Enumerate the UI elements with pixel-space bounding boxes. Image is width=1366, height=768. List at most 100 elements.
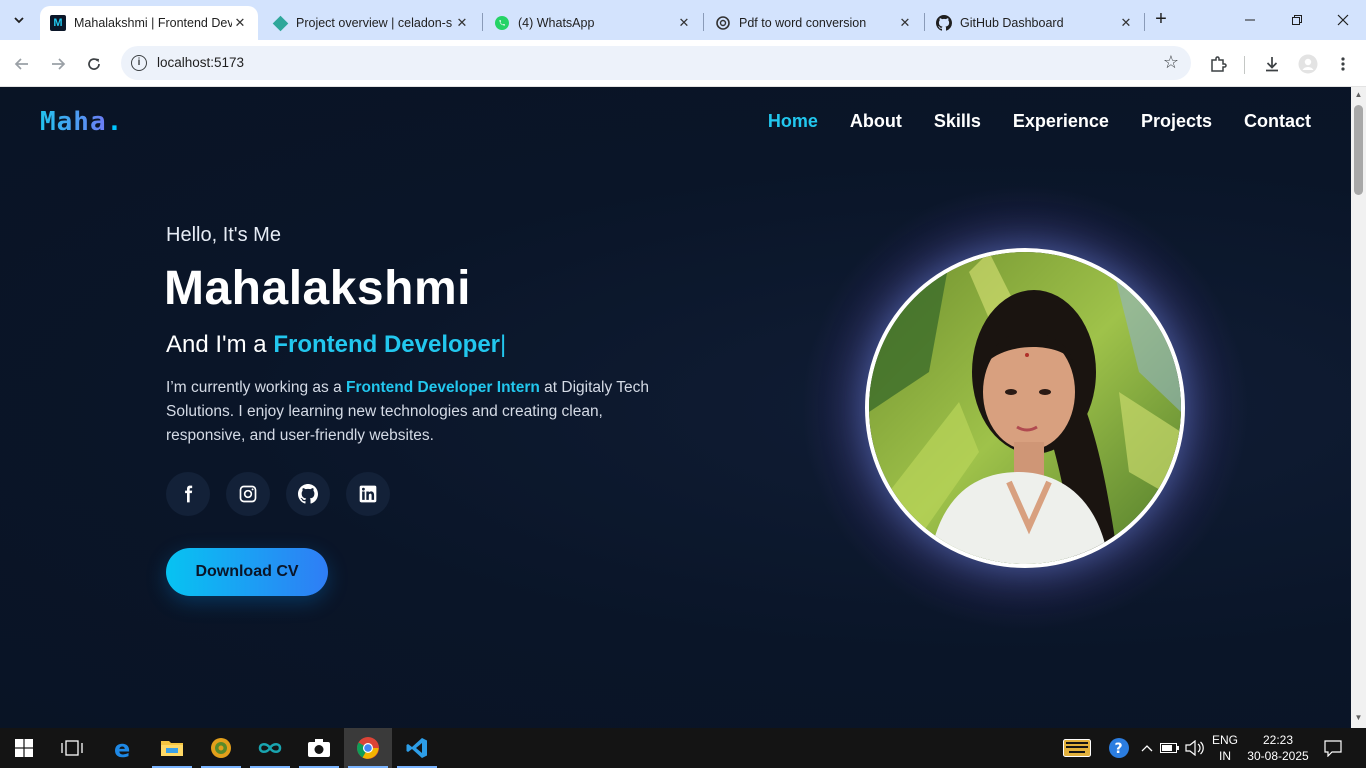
github-icon bbox=[936, 15, 952, 31]
minimize-icon bbox=[1245, 19, 1255, 21]
toolbar-separator bbox=[1244, 56, 1245, 74]
diamond-icon bbox=[272, 15, 288, 31]
battery-icon bbox=[1160, 743, 1179, 753]
tab-title: (4) WhatsApp bbox=[518, 16, 595, 30]
arrow-left-icon bbox=[14, 58, 28, 70]
tab-whatsapp[interactable]: (4) WhatsApp ✕ bbox=[484, 6, 702, 40]
taskbar-chrome[interactable] bbox=[344, 728, 392, 768]
facebook-link[interactable] bbox=[166, 472, 210, 516]
clock-time: 22:23 bbox=[1262, 733, 1294, 747]
input-language[interactable]: ENG IN bbox=[1208, 732, 1242, 764]
instagram-icon bbox=[239, 485, 257, 503]
tab-search-button[interactable] bbox=[6, 7, 32, 33]
instagram-link[interactable] bbox=[226, 472, 270, 516]
chevron-down-icon bbox=[14, 17, 24, 24]
close-icon[interactable]: ✕ bbox=[454, 15, 470, 31]
action-center-button[interactable] bbox=[1318, 728, 1348, 768]
nav-projects[interactable]: Projects bbox=[1141, 111, 1212, 132]
puzzle-icon bbox=[1211, 56, 1227, 72]
reload-icon bbox=[88, 58, 100, 70]
svg-text:?: ? bbox=[1115, 741, 1123, 757]
back-button[interactable] bbox=[10, 52, 34, 76]
show-hidden-icons-button[interactable] bbox=[1139, 728, 1155, 768]
tab-project-overview[interactable]: Project overview | celadon-s ✕ bbox=[262, 6, 480, 40]
nav-home[interactable]: Home bbox=[768, 111, 818, 132]
extensions-button[interactable] bbox=[1206, 52, 1230, 76]
page-scrollbar[interactable]: ▲ ▼ bbox=[1351, 87, 1366, 728]
taskbar-file-explorer[interactable] bbox=[148, 728, 196, 768]
edge-icon: e bbox=[114, 736, 130, 760]
downloads-button[interactable] bbox=[1260, 52, 1284, 76]
desc-before: I’m currently working as a bbox=[166, 379, 342, 396]
logo-text: Maha bbox=[40, 107, 107, 137]
facebook-icon bbox=[185, 485, 193, 503]
info-icon[interactable]: i bbox=[131, 55, 147, 71]
notification-icon bbox=[1324, 740, 1342, 757]
nav-skills[interactable]: Skills bbox=[934, 111, 981, 132]
chevron-up-icon bbox=[1141, 745, 1153, 752]
github-link[interactable] bbox=[286, 472, 330, 516]
restore-button[interactable] bbox=[1277, 6, 1317, 34]
tab-strip: M Mahalakshmi | Frontend Developer ✕ Pro… bbox=[0, 0, 1366, 40]
profile-button[interactable] bbox=[1296, 52, 1320, 76]
touch-keyboard-button[interactable] bbox=[1061, 728, 1093, 768]
url-text[interactable]: localhost:5173 bbox=[157, 55, 244, 70]
close-icon[interactable]: ✕ bbox=[232, 15, 248, 31]
task-view-button[interactable] bbox=[48, 728, 96, 768]
taskbar-camera[interactable] bbox=[295, 728, 343, 768]
start-button[interactable] bbox=[0, 728, 48, 768]
infinity-icon bbox=[258, 743, 282, 753]
tab-pdf-to-word[interactable]: Pdf to word conversion ✕ bbox=[705, 6, 923, 40]
more-vertical-icon bbox=[1341, 57, 1345, 71]
taskbar-edge[interactable]: e bbox=[99, 728, 147, 768]
address-bar[interactable]: i localhost:5173 ☆ bbox=[121, 46, 1191, 80]
site-logo[interactable]: Maha. bbox=[40, 107, 123, 137]
clock-date: 30-08-2025 bbox=[1247, 749, 1309, 763]
download-cv-button[interactable]: Download CV bbox=[166, 548, 328, 596]
whatsapp-icon bbox=[494, 15, 510, 31]
tab-mahalakshmi[interactable]: M Mahalakshmi | Frontend Developer ✕ bbox=[40, 6, 258, 40]
logo-dot: . bbox=[106, 107, 124, 137]
close-window-button[interactable] bbox=[1323, 6, 1363, 34]
linkedin-link[interactable] bbox=[346, 472, 390, 516]
volume-button[interactable] bbox=[1184, 728, 1206, 768]
close-icon[interactable]: ✕ bbox=[1118, 15, 1134, 31]
taskbar-app-swirl[interactable] bbox=[197, 728, 245, 768]
tab-separator bbox=[703, 13, 704, 31]
reload-button[interactable] bbox=[82, 52, 106, 76]
clock[interactable]: 22:23 30-08-2025 bbox=[1244, 732, 1312, 764]
taskbar-arduino[interactable] bbox=[246, 728, 294, 768]
speaker-icon bbox=[1185, 740, 1204, 756]
scroll-up-icon[interactable]: ▲ bbox=[1354, 90, 1363, 99]
folder-icon bbox=[161, 741, 183, 756]
nav-experience[interactable]: Experience bbox=[1013, 111, 1109, 132]
portfolio-page: Maha. Home About Skills Experience Proje… bbox=[0, 87, 1351, 728]
tab-separator bbox=[482, 13, 483, 31]
menu-button[interactable] bbox=[1331, 52, 1355, 76]
scroll-down-icon[interactable]: ▼ bbox=[1354, 713, 1363, 722]
new-tab-button[interactable]: + bbox=[1150, 9, 1172, 31]
region-code: IN bbox=[1219, 749, 1231, 763]
tab-title: Project overview | celadon-s bbox=[296, 16, 453, 30]
language-code: ENG bbox=[1211, 733, 1238, 747]
nav-about[interactable]: About bbox=[850, 111, 902, 132]
desc-highlight: Frontend Developer Intern bbox=[346, 379, 540, 396]
tab-github-dashboard[interactable]: GitHub Dashboard ✕ bbox=[926, 6, 1144, 40]
close-icon[interactable]: ✕ bbox=[897, 15, 913, 31]
help-button[interactable]: ? bbox=[1106, 728, 1132, 768]
nav-contact[interactable]: Contact bbox=[1244, 111, 1311, 132]
scrollbar-thumb[interactable] bbox=[1354, 105, 1363, 195]
bookmark-star-icon[interactable]: ☆ bbox=[1163, 52, 1179, 73]
taskbar-vscode[interactable] bbox=[393, 728, 441, 768]
battery-status[interactable] bbox=[1159, 728, 1181, 768]
app-swirl-icon bbox=[211, 738, 231, 758]
close-icon[interactable]: ✕ bbox=[676, 15, 692, 31]
portrait-image bbox=[869, 252, 1181, 564]
vscode-icon bbox=[406, 738, 427, 758]
social-links bbox=[166, 472, 390, 516]
camera-icon bbox=[308, 739, 330, 757]
minimize-button[interactable] bbox=[1230, 6, 1270, 34]
forward-button[interactable] bbox=[46, 52, 70, 76]
tab-title: Pdf to word conversion bbox=[739, 16, 867, 30]
restore-icon bbox=[1292, 15, 1302, 25]
